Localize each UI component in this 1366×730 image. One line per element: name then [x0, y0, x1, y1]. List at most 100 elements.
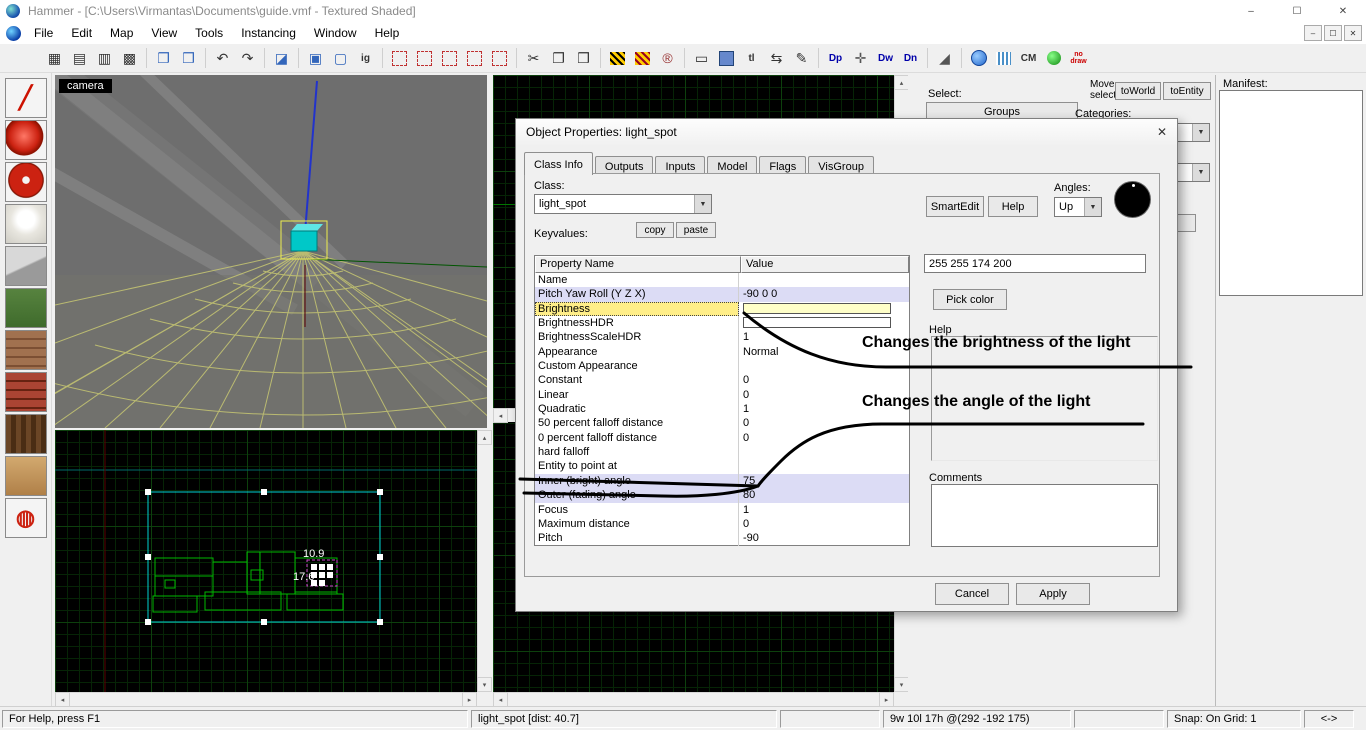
scroll-up-icon[interactable]: ▴ — [894, 75, 909, 90]
property-row-linear[interactable]: Linear 0 — [535, 387, 909, 403]
wood-texture-thumb[interactable] — [4, 414, 47, 454]
property-row-outer-fading-angle[interactable]: Outer (fading) angle 80 — [535, 488, 909, 503]
property-row-entity-to-point-at[interactable]: Entity to point at — [535, 459, 909, 474]
redbrick-texture-thumb[interactable] — [4, 372, 47, 412]
help-button[interactable]: Help — [988, 196, 1038, 217]
menu-help[interactable]: Help — [366, 23, 409, 43]
menu-window[interactable]: Window — [305, 23, 366, 43]
to-entity-button[interactable]: toEntity — [1163, 82, 1211, 100]
horizontal-scrollbar[interactable]: ◂ ▸ — [55, 692, 477, 707]
scroll-left-icon[interactable]: ◂ — [493, 408, 508, 423]
scroll-right-icon[interactable]: ▸ — [462, 692, 477, 707]
smaller-grid-icon[interactable]: ▥ — [93, 47, 116, 70]
nodraw-icon[interactable]: no draw — [1067, 47, 1090, 70]
undo-icon[interactable]: ↶ — [211, 47, 234, 70]
cancel-button[interactable]: Cancel — [935, 583, 1009, 605]
chevron-down-icon[interactable]: ▼ — [1192, 124, 1209, 141]
property-row-maximum-distance[interactable]: Maximum distance 0 — [535, 516, 909, 532]
chevron-down-icon[interactable]: ▼ — [694, 195, 711, 213]
menu-instancing[interactable]: Instancing — [232, 23, 305, 43]
viewport-2d-top[interactable]: 10.9 17.6 — [55, 430, 477, 692]
displacement-wireframe-icon[interactable]: Dw — [874, 47, 897, 70]
property-value[interactable]: 0 — [739, 416, 909, 430]
apply-button[interactable]: Apply — [1016, 583, 1090, 605]
snap-to-grid-icon[interactable]: ▦ — [43, 47, 66, 70]
show-grid-icon[interactable]: ▤ — [68, 47, 91, 70]
scroll-right-icon[interactable]: ▸ — [879, 692, 894, 707]
menu-view[interactable]: View — [142, 23, 186, 43]
property-value[interactable]: 0 — [739, 373, 909, 387]
property-row-brightnesshdr[interactable]: BrightnessHDR — [535, 316, 909, 331]
sculpt-icon[interactable]: ✛ — [849, 47, 872, 70]
lamp-model-thumb[interactable] — [4, 204, 47, 244]
plank-texture-thumb[interactable] — [4, 456, 47, 496]
flip-objects-icon[interactable]: ⇆ — [765, 47, 788, 70]
texture-lock-tl-icon[interactable]: tl — [740, 47, 763, 70]
column-header-name[interactable]: Property Name — [535, 256, 741, 273]
cordon-mask-icon[interactable] — [463, 47, 486, 70]
show-hidden-icon[interactable] — [438, 47, 461, 70]
menu-tools[interactable]: Tools — [186, 23, 232, 43]
to-world-button[interactable]: toWorld — [1115, 82, 1161, 100]
texture-scale-lock-icon[interactable] — [631, 47, 654, 70]
maximize-button[interactable]: ☐ — [1274, 0, 1320, 22]
angles-combo[interactable]: Up ▼ — [1054, 197, 1102, 217]
ignore-groups-icon[interactable]: ig — [354, 47, 377, 70]
color-mode-icon[interactable]: CM — [1017, 47, 1040, 70]
copy-button[interactable]: copy — [636, 222, 674, 238]
property-row-appearance[interactable]: Appearance Normal — [535, 344, 909, 360]
manifest-list[interactable] — [1219, 90, 1363, 296]
hide-selected-icon[interactable] — [388, 47, 411, 70]
pick-color-button[interactable]: Pick color — [933, 289, 1007, 310]
property-row-pitch-yaw-roll-y-z-x-[interactable]: Pitch Yaw Roll (Y Z X) -90 0 0 — [535, 287, 909, 302]
property-value[interactable]: 80 — [739, 488, 909, 502]
angle-dial[interactable] — [1114, 181, 1151, 218]
sphere-primitive-thumb[interactable] — [4, 120, 47, 160]
hide-unselected-icon[interactable] — [413, 47, 436, 70]
property-value[interactable]: 1 — [739, 503, 909, 517]
property-value[interactable] — [739, 445, 909, 459]
morph-icon[interactable]: ✎ — [790, 47, 813, 70]
property-value[interactable] — [739, 273, 909, 287]
angle-snap-icon[interactable]: ◢ — [933, 47, 956, 70]
property-value[interactable]: 0 — [739, 431, 909, 445]
column-header-value[interactable]: Value — [741, 256, 909, 273]
property-value[interactable]: -90 — [739, 531, 909, 545]
carve-icon[interactable]: ◪ — [270, 47, 293, 70]
scroll-down-icon[interactable]: ▾ — [477, 677, 492, 692]
property-row-custom-appearance[interactable]: Custom Appearance — [535, 359, 909, 374]
chevron-down-icon[interactable]: ▼ — [1192, 164, 1209, 181]
scroll-left-icon[interactable]: ◂ — [493, 692, 508, 707]
property-value[interactable] — [739, 316, 909, 330]
block-primitive-thumb[interactable] — [4, 246, 47, 286]
brick-texture-thumb[interactable] — [4, 330, 47, 370]
pointer-tool-thumb[interactable]: ╱ — [4, 78, 47, 118]
menu-map[interactable]: Map — [101, 23, 142, 43]
property-value[interactable] — [739, 459, 909, 473]
wireframe-sphere-thumb[interactable]: ◍ — [4, 498, 47, 538]
vertical-scrollbar[interactable]: ▴ ▾ — [477, 430, 492, 692]
property-row-quadratic[interactable]: Quadratic 1 — [535, 402, 909, 417]
torus-primitive-thumb[interactable] — [4, 162, 47, 202]
property-row-pitch[interactable]: Pitch -90 — [535, 531, 909, 546]
property-row-focus[interactable]: Focus 1 — [535, 502, 909, 517]
menu-edit[interactable]: Edit — [62, 23, 101, 43]
save-window-state-icon[interactable]: ❒ — [177, 47, 200, 70]
group-icon[interactable]: ▣ — [304, 47, 327, 70]
minimize-button[interactable]: – — [1228, 0, 1274, 22]
displacement-paint-icon[interactable]: Dp — [824, 47, 847, 70]
cut-icon[interactable]: ✂ — [522, 47, 545, 70]
scroll-up-icon[interactable]: ▴ — [477, 430, 492, 445]
mdi-close-icon[interactable]: ✕ — [1344, 25, 1362, 41]
copy-icon[interactable]: ❐ — [547, 47, 570, 70]
property-row-hard-falloff[interactable]: hard falloff — [535, 445, 909, 460]
clip-mask-icon[interactable] — [488, 47, 511, 70]
comments-box[interactable] — [931, 484, 1158, 547]
tab-class-info[interactable]: Class Info — [524, 152, 593, 175]
dialog-close-icon[interactable]: ✕ — [1147, 119, 1177, 145]
dialog-title-bar[interactable]: Object Properties: light_spot ✕ — [516, 119, 1177, 145]
browse-button[interactable] — [1176, 214, 1196, 232]
displacement-mask-icon[interactable] — [992, 47, 1015, 70]
magnify-icon[interactable] — [715, 47, 738, 70]
color-value-field[interactable]: 255 255 174 200 — [924, 254, 1146, 273]
